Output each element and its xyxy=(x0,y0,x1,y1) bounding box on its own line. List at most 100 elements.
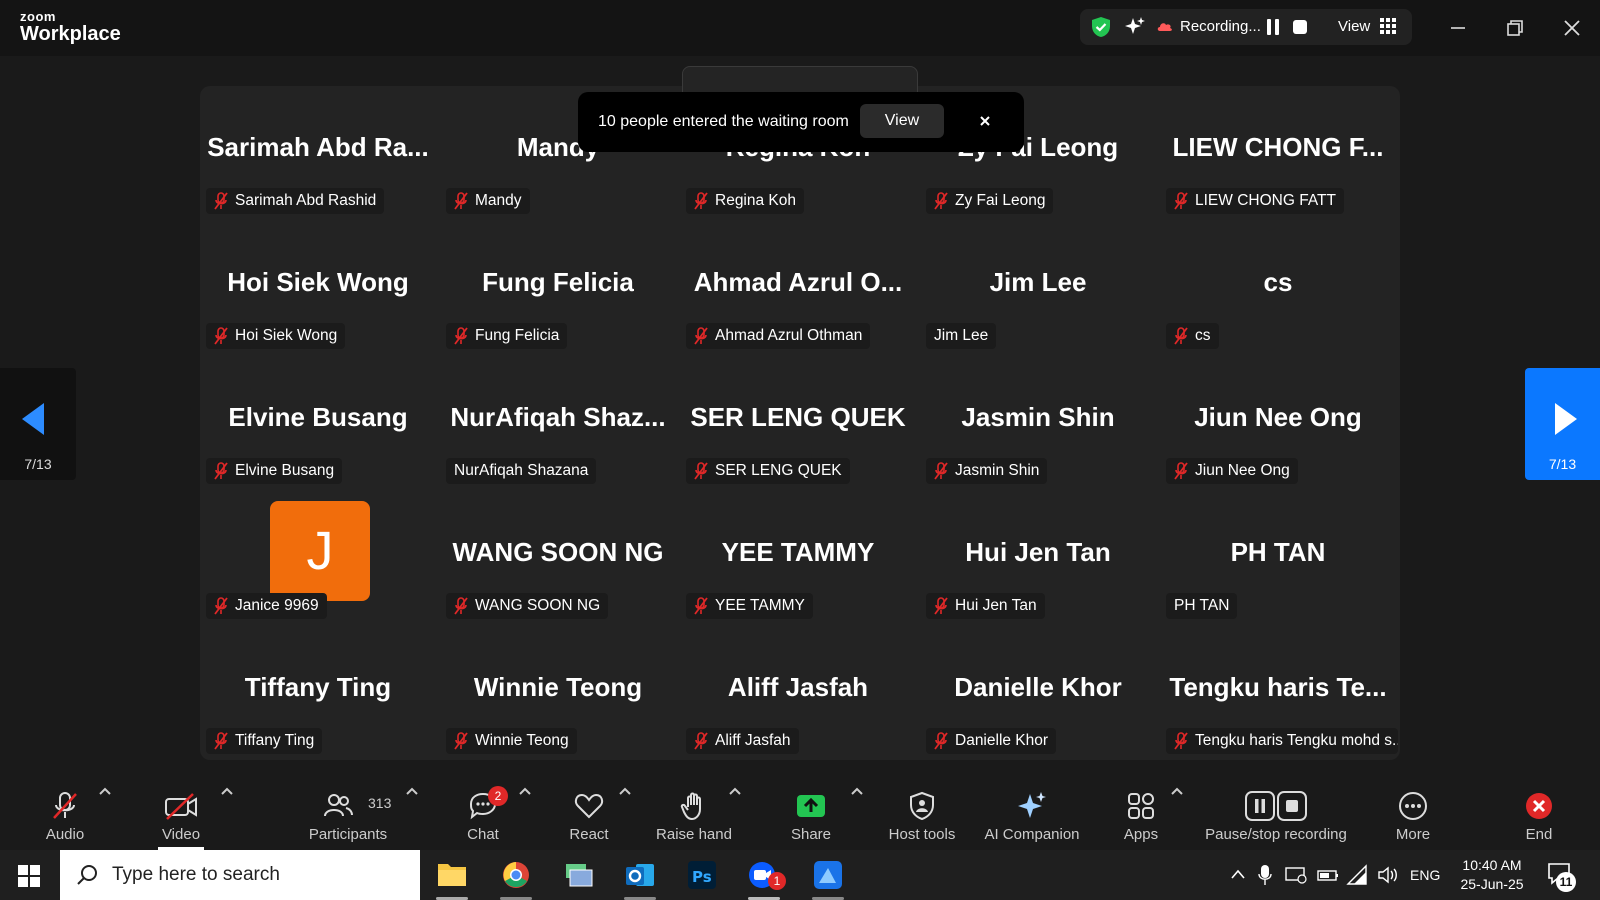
mic-muted-icon xyxy=(53,792,77,819)
mic-muted-icon xyxy=(1174,732,1188,750)
battery-icon[interactable] xyxy=(1316,866,1340,884)
grid-view-icon[interactable] xyxy=(1380,18,1396,34)
participants-button[interactable]: 313 Participants xyxy=(300,774,396,850)
encryption-shield-icon[interactable] xyxy=(1090,16,1112,38)
raise-hand-icon xyxy=(680,792,701,820)
search-placeholder: Type here to search xyxy=(112,864,280,885)
participant-tile[interactable]: Jasmin Shin Jasmin Shin xyxy=(920,356,1156,490)
participant-tile[interactable]: Jim Lee Jim Lee xyxy=(920,221,1156,355)
participant-name: Zy Fai Leong xyxy=(955,192,1046,209)
close-icon[interactable] xyxy=(976,112,994,130)
participant-tile[interactable]: Ahmad Azrul O... Ahmad Azrul Othman xyxy=(680,221,916,355)
participant-tile[interactable]: Hui Jen Tan Hui Jen Tan xyxy=(920,491,1156,625)
end-meeting-button[interactable]: End xyxy=(1506,774,1572,850)
participant-display-name: WANG SOON NG xyxy=(452,537,664,567)
participant-tile[interactable]: Aliff Jasfah Aliff Jasfah xyxy=(680,626,916,760)
folder-icon xyxy=(438,864,466,886)
ai-companion-button[interactable]: AI Companion xyxy=(976,774,1088,850)
clock-date: 25-Jun-25 xyxy=(1460,876,1524,892)
audio-chevron-up-icon[interactable] xyxy=(98,786,112,796)
participant-tile[interactable]: Tiffany Ting Tiffany Ting xyxy=(200,626,436,760)
participant-name: Mandy xyxy=(475,192,522,209)
raise-hand-button[interactable]: Raise hand xyxy=(652,774,736,850)
participant-tile[interactable]: Danielle Khor Danielle Khor xyxy=(920,626,1156,760)
participant-tile[interactable]: Elvine Busang Elvine Busang xyxy=(200,356,436,490)
participant-tile[interactable]: Winnie Teong Winnie Teong xyxy=(440,626,676,760)
windows-taskbar: Type here to search Ps 1 ENG 10:40 AM 25… xyxy=(0,850,1600,900)
video-chevron-up-icon[interactable] xyxy=(220,786,234,796)
participant-tile[interactable]: LIEW CHONG F... LIEW CHONG FATT xyxy=(1160,86,1396,220)
participant-tile[interactable]: Jiun Nee Ong Jiun Nee Ong xyxy=(1160,356,1396,490)
more-button[interactable]: More xyxy=(1380,774,1446,850)
input-language[interactable]: ENG xyxy=(1410,867,1440,883)
wifi-icon[interactable] xyxy=(1346,864,1370,886)
participant-display-name: Jim Lee xyxy=(989,267,1087,297)
ai-sparkle-icon[interactable] xyxy=(1124,16,1146,38)
participant-name-tag: YEE TAMMY xyxy=(686,593,813,619)
participant-tile[interactable]: J Janice 9969 xyxy=(200,491,436,625)
participant-name: Janice 9969 xyxy=(235,597,319,614)
close-window-icon[interactable] xyxy=(1558,14,1586,42)
view-menu-button[interactable]: View xyxy=(1338,18,1370,35)
participant-tile[interactable]: NurAfiqah Shaz... NurAfiqah Shazana xyxy=(440,356,676,490)
microphone-tray-icon[interactable] xyxy=(1258,864,1272,886)
participant-name-tag: Aliff Jasfah xyxy=(686,728,799,754)
share-label: Share xyxy=(790,826,832,843)
mic-muted-icon xyxy=(214,732,228,750)
chat-label: Chat xyxy=(467,826,499,843)
participant-name-tag: Ahmad Azrul Othman xyxy=(686,323,871,349)
chat-chevron-up-icon[interactable] xyxy=(518,786,532,796)
meeting-toolbar: Audio Video 313 Participants 2 Chat Reac… xyxy=(0,774,1600,850)
raise-hand-label: Raise hand xyxy=(656,826,732,843)
mail-app[interactable] xyxy=(556,856,600,894)
file-explorer-app[interactable] xyxy=(430,856,474,900)
participant-tile[interactable]: PH TAN PH TAN xyxy=(1160,491,1396,625)
next-page-button[interactable]: 7/13 xyxy=(1525,368,1600,480)
participant-tile[interactable]: WANG SOON NG WANG SOON NG xyxy=(440,491,676,625)
apps-button[interactable]: Apps xyxy=(1106,774,1176,850)
zoom-app-badge: 1 xyxy=(768,872,786,890)
volume-icon[interactable] xyxy=(1376,865,1400,885)
react-button[interactable]: React xyxy=(556,774,622,850)
show-hidden-icons-chevron-icon[interactable] xyxy=(1230,867,1246,881)
stop-recording-icon[interactable] xyxy=(1293,20,1307,34)
minimize-icon[interactable] xyxy=(1444,14,1472,42)
participant-tile[interactable]: cs cs xyxy=(1160,221,1396,355)
photoshop-app[interactable]: Ps xyxy=(680,856,724,894)
participants-chevron-up-icon[interactable] xyxy=(405,786,419,796)
notification-view-button[interactable]: View xyxy=(860,104,944,138)
share-chevron-up-icon[interactable] xyxy=(850,786,864,796)
chrome-app[interactable] xyxy=(494,856,538,900)
system-clock[interactable]: 10:40 AM 25-Jun-25 xyxy=(1452,856,1532,894)
previous-page-button[interactable]: 7/13 xyxy=(0,368,76,480)
participant-tile[interactable]: YEE TAMMY YEE TAMMY xyxy=(680,491,916,625)
video-button[interactable]: Video xyxy=(146,774,216,850)
apps-chevron-up-icon[interactable] xyxy=(1170,786,1184,796)
display-tray-icon[interactable] xyxy=(1284,865,1308,885)
taskbar-search-box[interactable]: Type here to search xyxy=(60,850,420,900)
zoom-taskbar-app[interactable]: 1 xyxy=(742,856,786,900)
audio-button[interactable]: Audio xyxy=(30,774,100,850)
participant-name-tag: Jim Lee xyxy=(926,323,997,349)
chat-button[interactable]: 2 Chat xyxy=(450,774,516,850)
mic-muted-icon xyxy=(694,192,708,210)
host-tools-button[interactable]: Host tools xyxy=(880,774,964,850)
participant-tile[interactable]: SER LENG QUEK SER LENG QUEK xyxy=(680,356,916,490)
restore-icon[interactable] xyxy=(1501,14,1529,42)
whiteboard-app[interactable] xyxy=(806,856,850,900)
participant-tile[interactable]: Sarimah Abd Ra... Sarimah Abd Rashid xyxy=(200,86,436,220)
outlook-app[interactable] xyxy=(618,856,662,900)
participant-tile[interactable]: Hoi Siek Wong Hoi Siek Wong xyxy=(200,221,436,355)
pause-stop-recording-button[interactable]: Pause/stop recording xyxy=(1196,774,1356,850)
raise-hand-chevron-up-icon[interactable] xyxy=(728,786,742,796)
share-button[interactable]: Share xyxy=(778,774,844,850)
react-chevron-up-icon[interactable] xyxy=(618,786,632,796)
windows-start-icon[interactable] xyxy=(18,865,40,887)
participant-tile[interactable]: Fung Felicia Fung Felicia xyxy=(440,221,676,355)
arrow-right-icon xyxy=(1555,403,1577,435)
more-label: More xyxy=(1395,826,1431,843)
pause-recording-icon[interactable] xyxy=(1266,18,1280,36)
participant-name: Sarimah Abd Rashid xyxy=(235,192,377,209)
notification-center[interactable]: 11 xyxy=(1546,860,1576,892)
participant-tile[interactable]: Tengku haris Te... Tengku haris Tengku mo… xyxy=(1160,626,1398,760)
